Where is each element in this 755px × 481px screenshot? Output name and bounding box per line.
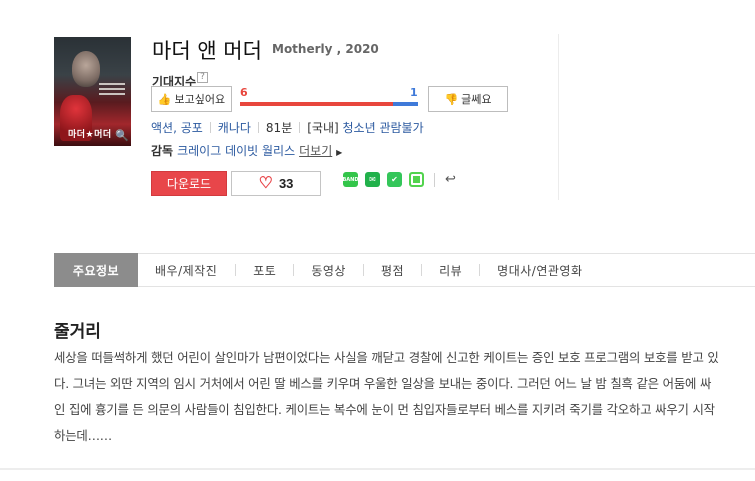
- want-to-see-label: 보고싶어요: [174, 94, 226, 106]
- plot-heading: 줄거리: [54, 322, 101, 342]
- copy-icon[interactable]: [409, 172, 424, 187]
- not-sure-button[interactable]: 👎 글쎄요: [428, 86, 508, 112]
- want-to-see-button[interactable]: 👍 보고싶어요: [151, 86, 232, 112]
- band-icon[interactable]: BAND: [343, 172, 359, 187]
- heart-icon: ♡: [258, 174, 273, 192]
- like-button[interactable]: ♡ 33: [231, 171, 321, 196]
- rating-prefix: [국내]: [307, 121, 339, 135]
- expectation-bar: [240, 102, 418, 106]
- tab-cast-crew[interactable]: 배우/제작진: [138, 253, 235, 287]
- help-icon[interactable]: ?: [197, 72, 208, 83]
- meh-count: 1: [410, 86, 418, 99]
- kakaostory-icon[interactable]: ✔: [387, 172, 402, 187]
- poster-title: 마더★머더: [68, 130, 112, 140]
- divider: [257, 122, 259, 133]
- thumbs-up-icon: 👍: [157, 93, 172, 106]
- more-link[interactable]: 더보기: [299, 144, 332, 158]
- movie-meta: 액션, 공포 캐나다 81분 [국내] 청소년 관람불가: [151, 119, 424, 136]
- thumbs-down-icon: 👎: [444, 93, 459, 106]
- like-count: 33: [278, 176, 294, 191]
- tab-quotes-related[interactable]: 명대사/연관영화: [480, 253, 599, 287]
- rating-link[interactable]: 청소년 관람불가: [343, 121, 424, 135]
- zoom-icon[interactable]: 🔍: [115, 130, 129, 142]
- country-link[interactable]: 캐나다: [218, 121, 251, 135]
- divider: [209, 122, 211, 133]
- tab-main-info[interactable]: 주요정보: [54, 253, 138, 287]
- divider: [299, 122, 301, 133]
- plot-text: 세상을 떠들썩하게 했던 어린이 살인마가 남편이었다는 사실을 깨닫고 경찰에…: [54, 350, 719, 443]
- original-title: Motherly , 2020: [272, 42, 379, 56]
- director-label: 감독: [151, 144, 174, 158]
- tab-photos[interactable]: 포토: [236, 253, 293, 287]
- poster-face: [72, 51, 100, 87]
- share-icon[interactable]: ↩: [445, 172, 456, 187]
- director-link[interactable]: 크레이그 데이빗 월리스: [177, 144, 295, 158]
- chevron-right-icon: ▶: [336, 148, 343, 157]
- tab-reviews[interactable]: 리뷰: [422, 253, 479, 287]
- poster-tagline: [99, 83, 125, 99]
- genre-link[interactable]: 액션, 공포: [151, 121, 203, 135]
- divider: [0, 468, 755, 470]
- download-button[interactable]: 다운로드: [151, 171, 227, 196]
- expectation-bar-fill: [240, 102, 393, 106]
- divider: [434, 172, 435, 187]
- movie-title: 마더 앤 머더: [152, 39, 262, 63]
- not-sure-label: 글쎄요: [461, 94, 492, 106]
- tab-ratings[interactable]: 평점: [364, 253, 421, 287]
- share-group: BAND ✉ ✔ ↩: [343, 172, 456, 187]
- tab-bar: 주요정보 배우/제작진 포토 동영상 평점 리뷰 명대사/연관영화: [54, 253, 755, 287]
- want-count: 6: [240, 86, 248, 99]
- director-row: 감독 크레이그 데이빗 월리스 더보기 ▶: [151, 142, 342, 159]
- divider: [558, 34, 559, 200]
- line-icon[interactable]: ✉: [365, 172, 380, 187]
- tab-videos[interactable]: 동영상: [294, 253, 363, 287]
- runtime: 81분: [265, 121, 293, 135]
- movie-poster[interactable]: 마더★머더 🔍: [54, 37, 131, 146]
